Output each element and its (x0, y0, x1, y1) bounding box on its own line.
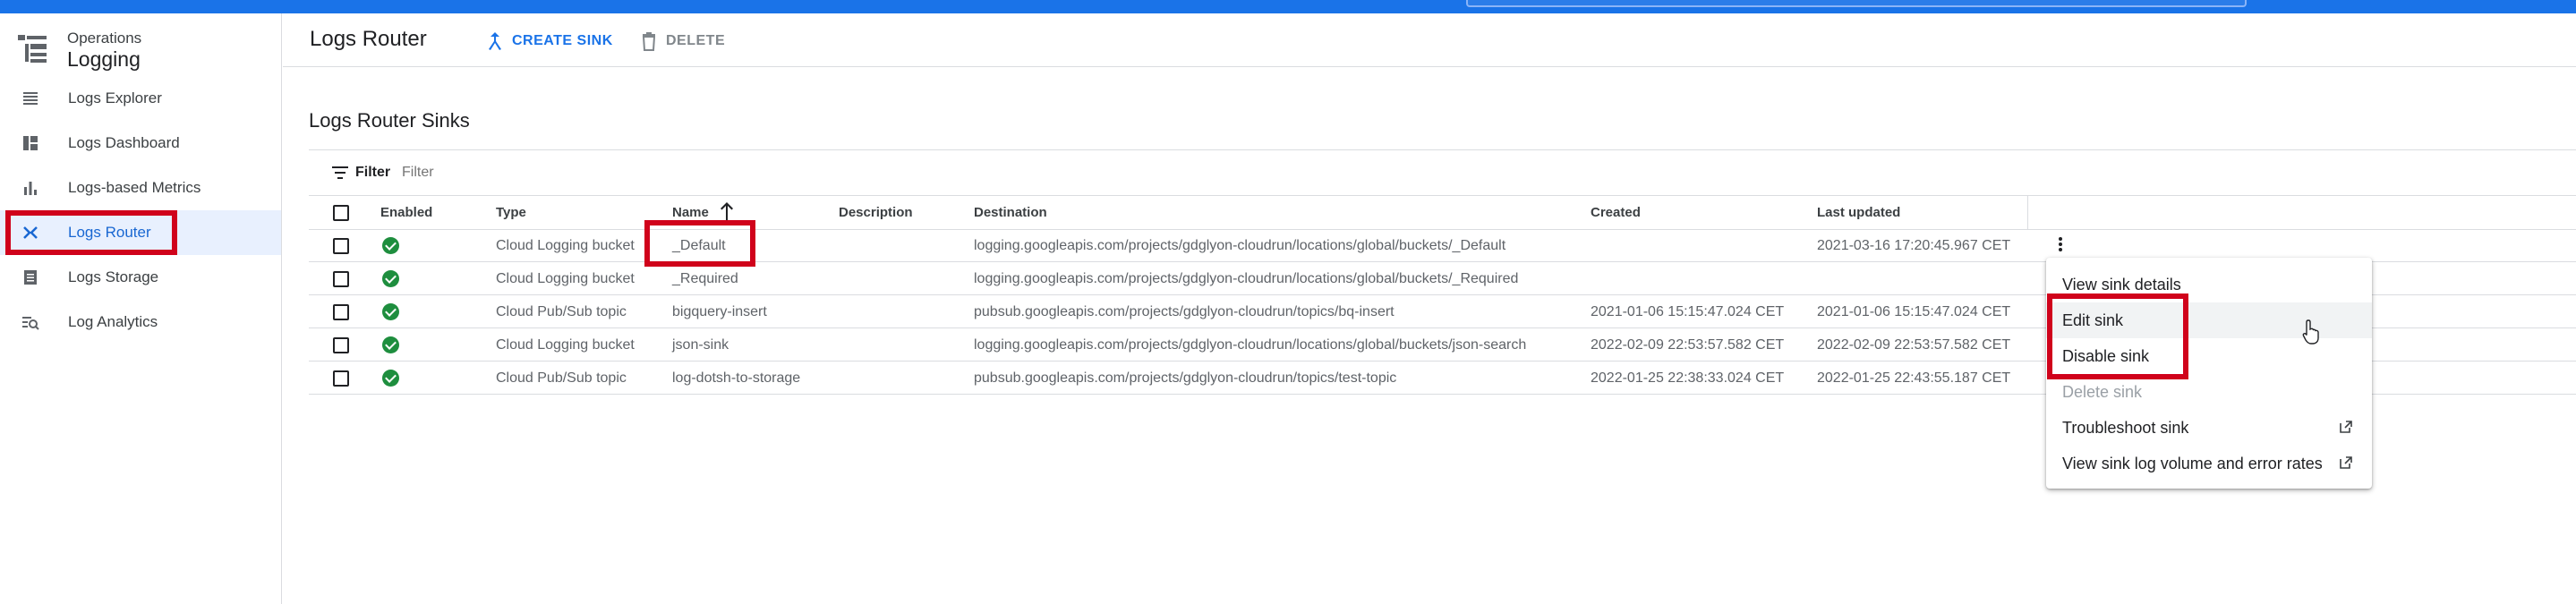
cell-name[interactable]: _Default (672, 238, 726, 254)
column-name[interactable]: Name (672, 205, 709, 220)
sidebar-item-label: Logs Dashboard (68, 134, 180, 151)
sidebar-item-logs-based-metrics[interactable]: Logs-based Metrics (0, 166, 281, 210)
column-enabled[interactable]: Enabled (380, 205, 432, 220)
cell-last-updated: 2022-01-25 22:43:55.187 CET (1817, 370, 2011, 386)
sink-actions-menu: View sink details Edit sink Disable sink… (2046, 258, 2372, 489)
sidebar-item-logs-dashboard[interactable]: Logs Dashboard (0, 121, 281, 166)
cell-created: 2022-02-09 22:53:57.582 CET (1591, 337, 1785, 353)
cell-destination: pubsub.googleapis.com/projects/gdglyon-c… (974, 304, 1395, 319)
cell-destination: logging.googleapis.com/projects/gdglyon-… (974, 238, 1506, 253)
filter-icon (332, 166, 348, 179)
sidebar-item-log-analytics[interactable]: Log Analytics (0, 300, 281, 345)
list-icon (23, 92, 38, 105)
delete-button[interactable]: DELETE (641, 29, 725, 54)
sidebar-item-logs-storage[interactable]: Logs Storage (0, 255, 281, 300)
sidebar-item-logs-router[interactable]: Logs Router (0, 210, 281, 255)
cell-type: Cloud Logging bucket (496, 337, 635, 353)
sidebar-item-label: Logs Storage (68, 268, 159, 285)
router-icon (23, 226, 38, 239)
row-checkbox[interactable] (333, 238, 349, 254)
cell-name[interactable]: json-sink (672, 337, 729, 353)
external-link-icon (2340, 456, 2352, 469)
storage-icon (24, 270, 37, 285)
enabled-check-icon (382, 336, 399, 353)
menu-item-troubleshoot-sink[interactable]: Troubleshoot sink (2046, 410, 2372, 446)
row-checkbox[interactable] (333, 304, 349, 320)
menu-item-label: View sink log volume and error rates (2062, 455, 2323, 472)
row-checkbox[interactable] (333, 271, 349, 287)
cell-type: Cloud Pub/Sub topic (496, 304, 627, 319)
menu-item-edit-sink[interactable]: Edit sink (2046, 302, 2372, 338)
cell-created: 2022-01-25 22:38:33.024 CET (1591, 370, 1785, 386)
sidebar-item-label: Logs Router (68, 224, 151, 241)
trash-icon (642, 32, 656, 51)
cell-name[interactable]: log-dotsh-to-storage (672, 370, 800, 387)
sidebar-item-label: Logs Explorer (68, 89, 162, 106)
cell-name[interactable]: _Required (672, 271, 738, 287)
filter-bar: Filter (309, 149, 2576, 196)
cell-created: 2021-01-06 15:15:47.024 CET (1591, 304, 1785, 319)
merge-arrow-icon (489, 32, 501, 50)
dashboard-icon (23, 136, 38, 150)
cell-last-updated: 2021-01-06 15:15:47.024 CET (1817, 304, 2011, 319)
menu-item-disable-sink[interactable]: Disable sink (2046, 338, 2372, 374)
column-description[interactable]: Description (839, 205, 913, 220)
analytics-icon (22, 317, 39, 330)
row-checkbox[interactable] (333, 337, 349, 353)
enabled-check-icon (382, 303, 399, 320)
column-type[interactable]: Type (496, 205, 526, 220)
cell-type: Cloud Logging bucket (496, 238, 635, 253)
cell-type: Cloud Logging bucket (496, 271, 635, 286)
hand-cursor-icon (2302, 319, 2319, 345)
cell-type: Cloud Pub/Sub topic (496, 370, 627, 386)
cell-name[interactable]: bigquery-insert (672, 304, 767, 320)
menu-item-delete-sink: Delete sink (2046, 374, 2372, 410)
column-last-updated[interactable]: Last updated (1817, 205, 1900, 220)
cell-destination: logging.googleapis.com/projects/gdglyon-… (974, 271, 1519, 286)
sidebar: Operations Logging Logs Explorer Logs Da… (0, 13, 282, 604)
create-sink-button[interactable]: CREATE SINK (487, 29, 613, 54)
table-header: Enabled Type Name Description Destinatio… (309, 196, 2576, 230)
logging-product-icon (18, 35, 47, 63)
enabled-check-icon (382, 237, 399, 254)
column-destination[interactable]: Destination (974, 205, 1047, 220)
row-checkbox[interactable] (333, 370, 349, 387)
sidebar-item-label: Logs-based Metrics (68, 179, 201, 196)
cell-destination: logging.googleapis.com/projects/gdglyon-… (974, 337, 1527, 353)
section-title: Logs Router Sinks (309, 109, 470, 132)
menu-item-label: Disable sink (2062, 347, 2150, 365)
cell-last-updated: 2022-02-09 22:53:57.582 CET (1817, 337, 2011, 353)
menu-item-label: Edit sink (2062, 311, 2124, 329)
enabled-check-icon (382, 270, 399, 287)
product-title: Logging (67, 47, 141, 71)
product-category: Operations (67, 30, 142, 47)
enabled-check-icon (382, 370, 399, 387)
product-header: Operations Logging (16, 22, 276, 76)
filter-label: Filter (355, 165, 391, 180)
column-created[interactable]: Created (1591, 205, 1641, 220)
top-app-bar (0, 0, 2576, 13)
select-all-checkbox[interactable] (333, 205, 349, 221)
create-sink-label: CREATE SINK (512, 33, 613, 48)
column-divider (2027, 196, 2028, 230)
delete-label: DELETE (666, 33, 726, 48)
menu-item-label: Delete sink (2062, 383, 2143, 401)
sidebar-item-logs-explorer[interactable]: Logs Explorer (0, 76, 281, 121)
page-header: Logs Router CREATE SINK DELETE (283, 13, 2576, 67)
bar-chart-icon (24, 182, 37, 195)
menu-item-view-sink-details[interactable]: View sink details (2046, 267, 2372, 302)
more-options-icon[interactable] (2051, 235, 2069, 257)
menu-item-view-sink-log-volume[interactable]: View sink log volume and error rates (2046, 446, 2372, 481)
external-link-icon (2340, 421, 2352, 433)
search-box[interactable] (1466, 0, 2247, 7)
sidebar-item-label: Log Analytics (68, 313, 158, 330)
sort-ascending-icon[interactable] (719, 200, 735, 222)
filter-input[interactable] (402, 165, 939, 181)
page-title: Logs Router (310, 27, 427, 51)
menu-item-label: View sink details (2062, 276, 2181, 293)
cell-last-updated: 2021-03-16 17:20:45.967 CET (1817, 238, 2011, 253)
cell-destination: pubsub.googleapis.com/projects/gdglyon-c… (974, 370, 1397, 386)
menu-item-label: Troubleshoot sink (2062, 419, 2189, 437)
